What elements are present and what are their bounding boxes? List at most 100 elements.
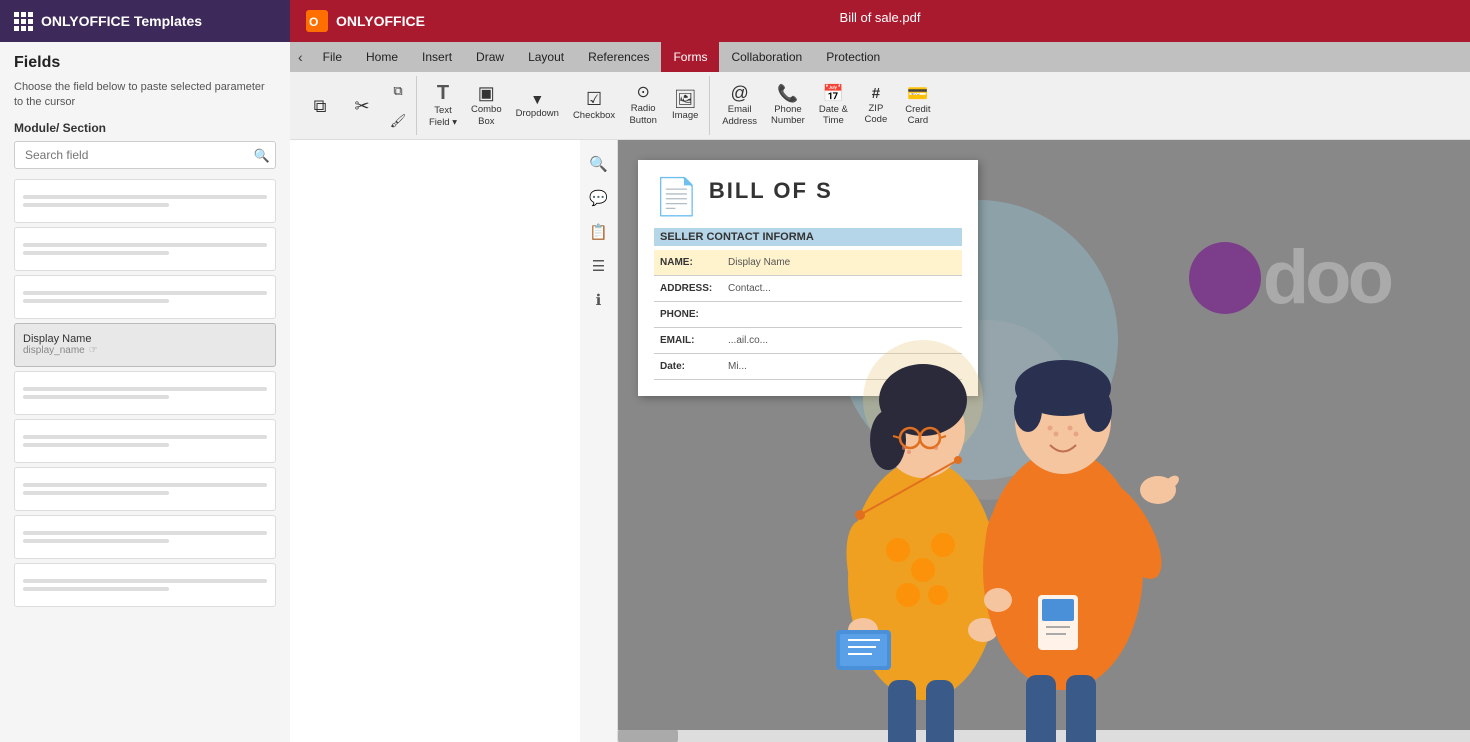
- toolbar-group-inputs: @ EmailAddress 📞 PhoneNumber 📅 Date &Tim…: [712, 76, 942, 135]
- menu-item-draw[interactable]: Draw: [464, 42, 516, 72]
- fields-description: Choose the field below to paste selected…: [0, 76, 290, 121]
- field-line: [23, 195, 267, 199]
- checkbox-icon: ☑: [586, 90, 602, 108]
- comment-icon[interactable]: 💬: [583, 182, 615, 214]
- doc-date-row: Date: Mi...: [654, 354, 962, 380]
- date-icon: 📅: [823, 85, 844, 102]
- doc-name-label: NAME:: [654, 253, 724, 272]
- display-name-field-item[interactable]: Display Name display_name ☞: [14, 323, 276, 367]
- radio-icon: ⊙: [636, 85, 649, 101]
- combo-box-icon: ▣: [478, 84, 495, 102]
- menu-item-home[interactable]: Home: [354, 42, 410, 72]
- doc-title: BILL OF S: [709, 178, 833, 204]
- doc-email-row: EMAIL: ...ail.co...: [654, 328, 962, 354]
- doc-hscroll[interactable]: [618, 730, 1470, 742]
- info-icon[interactable]: ℹ: [583, 284, 615, 316]
- list-icon[interactable]: ☰: [583, 250, 615, 282]
- text-field-button[interactable]: T TextField ▾: [423, 77, 463, 135]
- paste-button[interactable]: ⧉: [384, 77, 412, 105]
- email-icon: @: [730, 84, 748, 102]
- phone-number-button[interactable]: 📞 PhoneNumber: [765, 77, 811, 135]
- bill-icon: 📄: [654, 176, 699, 218]
- zip-label: ZIPCode: [865, 103, 888, 126]
- doc-address-label: ADDRESS:: [654, 279, 724, 298]
- right-content: O ONLYOFFICE Bill of sale.pdf ‹ File Hom…: [290, 0, 1470, 742]
- editor-menu: ‹ File Home Insert Draw Layout Reference…: [290, 42, 1470, 72]
- radio-button-button[interactable]: ⊙ RadioButton: [623, 77, 663, 135]
- combo-box-button[interactable]: ▣ ComboBox: [465, 77, 508, 135]
- zoom-icon[interactable]: 🔍: [583, 148, 615, 180]
- field-sub-text: display_name: [23, 345, 85, 356]
- field-item[interactable]: [14, 515, 276, 559]
- credit-card-button[interactable]: 💳 CreditCard: [898, 77, 938, 135]
- onlyoffice-logo-icon: O: [306, 10, 328, 32]
- field-item[interactable]: [14, 563, 276, 607]
- copy-button[interactable]: ⧉: [300, 77, 340, 135]
- doc-section-title: SELLER CONTACT INFORMA: [654, 228, 962, 246]
- field-line: [23, 387, 267, 391]
- field-line: [23, 299, 169, 303]
- cut-button[interactable]: ✂: [342, 77, 382, 135]
- field-item[interactable]: [14, 227, 276, 271]
- toolbar: ⧉ ✂ ⧉ 🖌 T TextField ▾ ▣ ComboBox: [290, 72, 1470, 140]
- field-item[interactable]: [14, 275, 276, 319]
- field-line: [23, 251, 169, 255]
- checkbox-label: Checkbox: [573, 110, 615, 121]
- menu-item-insert[interactable]: Insert: [410, 42, 464, 72]
- grid-icon: [14, 12, 33, 31]
- editor-filename: Bill of sale.pdf: [840, 10, 921, 25]
- menu-back-button[interactable]: ‹: [290, 42, 311, 72]
- copy-icon: ⧉: [314, 97, 327, 115]
- format-paste-icon: 🖌: [390, 113, 407, 129]
- doc-email-value: ...ail.co...: [724, 331, 962, 350]
- field-item[interactable]: [14, 371, 276, 415]
- format-paste-button[interactable]: 🖌: [384, 107, 412, 135]
- credit-card-label: CreditCard: [905, 104, 930, 127]
- field-line: [23, 539, 169, 543]
- app-header: ONLYOFFICE Templates: [0, 0, 290, 42]
- search-input[interactable]: [14, 141, 276, 169]
- field-item[interactable]: [14, 419, 276, 463]
- phone-label: PhoneNumber: [771, 104, 805, 127]
- fields-header: Fields: [0, 42, 290, 76]
- field-line: [23, 291, 267, 295]
- doc-phone-label: PHONE:: [654, 305, 724, 324]
- editor-sidebar: 🔍 💬 📋 ☰ ℹ: [580, 140, 618, 742]
- date-label: Date &Time: [819, 104, 848, 127]
- phone-icon: 📞: [777, 85, 798, 102]
- menu-item-forms[interactable]: Forms: [661, 42, 719, 72]
- text-field-label: TextField ▾: [429, 105, 457, 128]
- menu-item-references[interactable]: References: [576, 42, 661, 72]
- field-line: [23, 435, 267, 439]
- email-address-button[interactable]: @ EmailAddress: [716, 77, 763, 135]
- date-time-button[interactable]: 📅 Date &Time: [813, 77, 854, 135]
- toolbar-group-fields: T TextField ▾ ▣ ComboBox ▼ Dropdown ☑ Ch…: [419, 76, 710, 135]
- doc-phone-row: PHONE:: [654, 302, 962, 328]
- field-item[interactable]: [14, 467, 276, 511]
- menu-item-protection[interactable]: Protection: [814, 42, 892, 72]
- doc-date-label: Date:: [654, 357, 724, 376]
- field-line: [23, 243, 267, 247]
- image-label: Image: [672, 110, 698, 121]
- search-container: 🔍: [0, 141, 290, 179]
- search-button[interactable]: 🔍: [254, 148, 270, 164]
- zip-code-button[interactable]: # ZIPCode: [856, 77, 896, 135]
- fields-panel: Fields Choose the field below to paste s…: [0, 42, 290, 742]
- image-icon: 🖼: [674, 90, 697, 108]
- image-button[interactable]: 🖼 Image: [665, 77, 705, 135]
- radio-label: RadioButton: [629, 103, 656, 126]
- menu-item-file[interactable]: File: [311, 42, 354, 72]
- odoo-circle: [1189, 242, 1261, 314]
- review-icon[interactable]: 📋: [583, 216, 615, 248]
- doc-phone-value: [724, 311, 962, 319]
- field-item[interactable]: [14, 179, 276, 223]
- app-title: ONLYOFFICE Templates: [41, 13, 202, 29]
- zip-icon: #: [872, 86, 880, 101]
- menu-item-layout[interactable]: Layout: [516, 42, 576, 72]
- menu-item-collaboration[interactable]: Collaboration: [719, 42, 814, 72]
- checkbox-button[interactable]: ☑ Checkbox: [567, 77, 621, 135]
- doc-hscroll-thumb: [618, 730, 678, 742]
- dropdown-button[interactable]: ▼ Dropdown: [510, 77, 565, 135]
- cut-icon: ✂: [354, 97, 369, 115]
- toolbar-group-clipboard: ⧉ ✂ ⧉ 🖌: [296, 76, 417, 135]
